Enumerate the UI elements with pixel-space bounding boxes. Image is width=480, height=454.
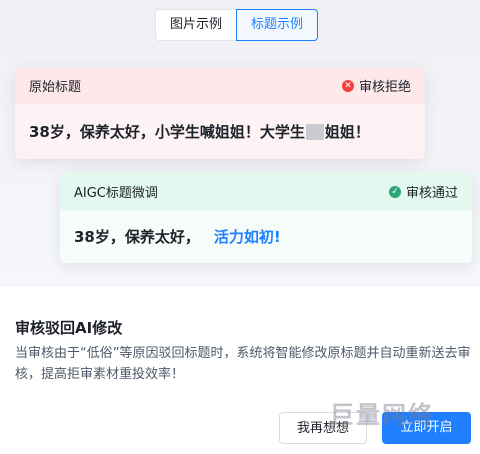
feature-panel: 审核驳回AI修改 当审核由于“低俗”等原因驳回标题时，系统将智能修改原标题并自动… <box>0 287 480 454</box>
original-title-part2: 姐姐！ <box>324 123 370 141</box>
masked-character <box>305 123 324 140</box>
status-badge-rejected: ✕ 审核拒绝 <box>341 76 411 95</box>
check-icon: ✓ <box>388 185 401 198</box>
enable-now-button[interactable]: 立即开启 <box>382 412 471 444</box>
later-button[interactable]: 我再想想 <box>279 412 367 444</box>
tab-image-example[interactable]: 图片示例 <box>155 9 237 41</box>
example-preview-area: 图片示例 标题示例 原始标题 ✕ 审核拒绝 38岁，保养太好，小学生喊姐姐！大学… <box>0 0 480 287</box>
status-badge-approved: ✓ 审核通过 <box>388 182 458 201</box>
aigc-title-plain: 38岁，保养太好， <box>74 228 200 246</box>
feature-description: 当审核由于“低俗”等原因驳回标题时，系统将智能修改原标题并自动重新送去审核，提高… <box>15 346 471 382</box>
original-title-label: 原始标题 <box>29 80 82 95</box>
aigc-title-header: AIGC标题微调 ✓ 审核通过 <box>60 173 472 210</box>
original-title-text: 38岁，保养太好，小学生喊姐姐！大学生 姐姐！ <box>15 104 425 159</box>
feature-title: 审核驳回AI修改 <box>15 319 123 337</box>
example-tabs: 图片示例 标题示例 <box>155 9 319 41</box>
aigc-title-text: 38岁，保养太好， 活力如初! <box>60 210 472 263</box>
status-approved-text: 审核通过 <box>405 186 458 201</box>
tab-title-example[interactable]: 标题示例 <box>236 9 319 41</box>
close-icon: ✕ <box>341 79 354 92</box>
aigc-title-card: AIGC标题微调 ✓ 审核通过 38岁，保养太好， 活力如初! <box>60 173 472 263</box>
status-rejected-text: 审核拒绝 <box>358 80 411 95</box>
aigc-title-highlight: 活力如初! <box>213 228 281 246</box>
original-title-card: 原始标题 ✕ 审核拒绝 38岁，保养太好，小学生喊姐姐！大学生 姐姐！ <box>15 67 425 159</box>
aigc-title-label: AIGC标题微调 <box>74 186 158 201</box>
original-title-header: 原始标题 ✕ 审核拒绝 <box>15 67 425 104</box>
original-title-part1: 38岁，保养太好，小学生喊姐姐！大学生 <box>29 123 305 141</box>
